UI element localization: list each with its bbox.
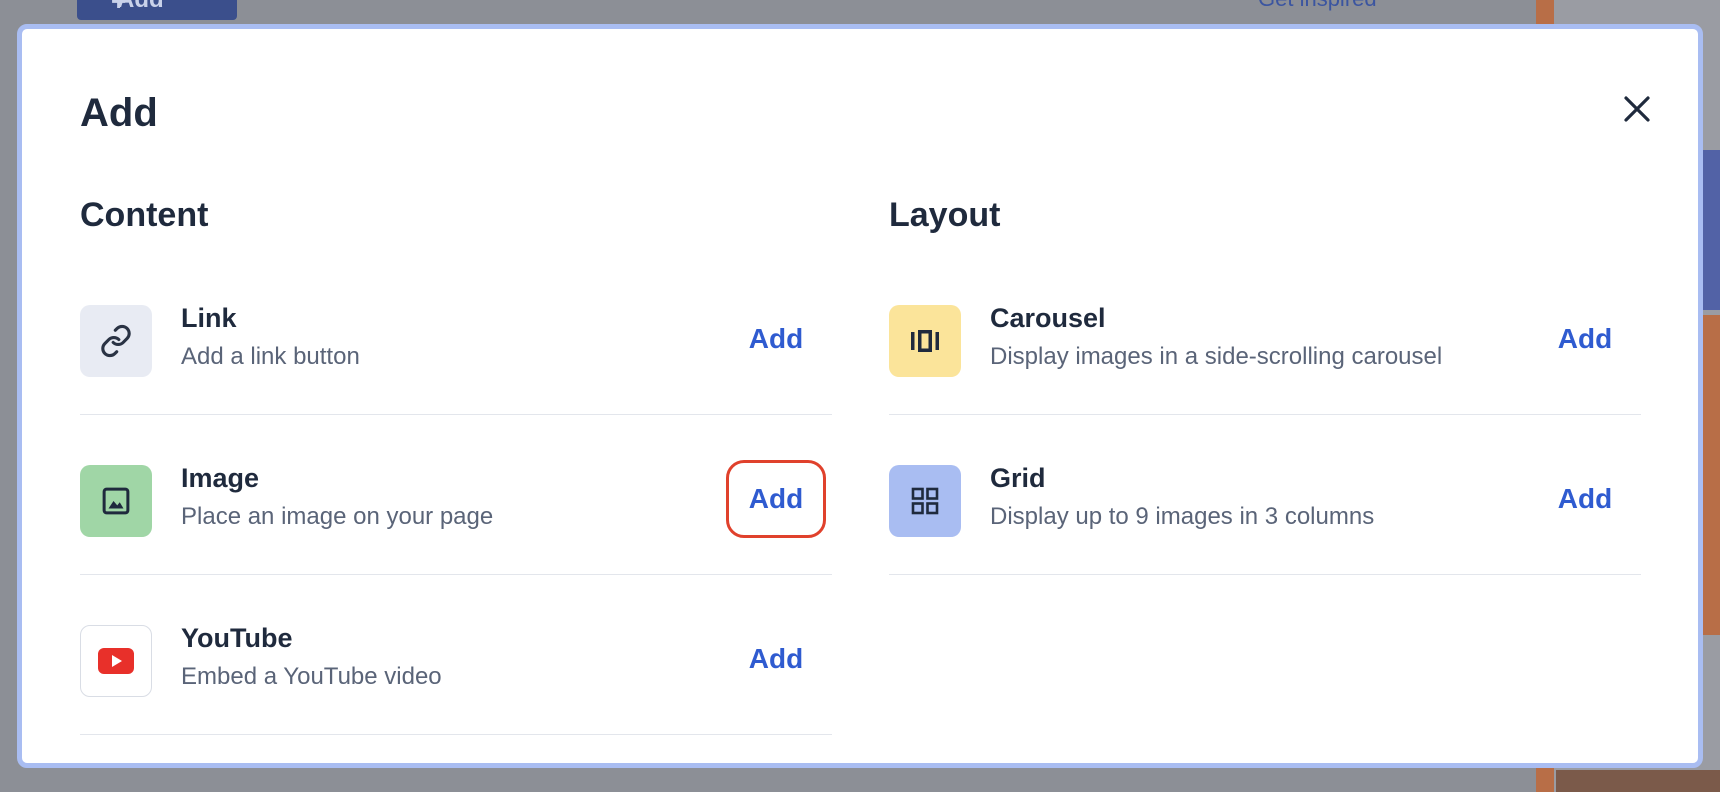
background-orange-block [1700, 315, 1720, 635]
item-title: YouTube [181, 623, 293, 653]
item-description: Add a link button [181, 343, 360, 370]
add-modal: Add Content Link Add a link button Add I… [17, 24, 1703, 768]
item-title: Grid [990, 463, 1046, 493]
item-description: Display up to 9 images in 3 columns [990, 503, 1375, 530]
add-grid-button[interactable]: Add [1535, 460, 1635, 538]
add-image-button[interactable]: Add [726, 460, 826, 538]
item-title: Carousel [990, 303, 1106, 333]
add-link-button[interactable]: Add [726, 300, 826, 378]
item-title: Image [181, 463, 260, 493]
layout-section-title: Layout [889, 196, 1001, 234]
list-item-youtube: YouTube Embed a YouTube video Add [80, 575, 832, 735]
plus-icon: + [111, 0, 127, 16]
background-add-button: + Add [77, 0, 237, 20]
background-blue-block [1700, 150, 1720, 310]
item-description: Place an image on your page [181, 503, 494, 530]
grid-icon [889, 465, 961, 537]
add-carousel-button[interactable]: Add [1535, 300, 1635, 378]
add-youtube-button[interactable]: Add [726, 620, 826, 698]
layout-section: Layout Carousel Display images in a side… [889, 189, 1641, 575]
carousel-icon [889, 305, 961, 377]
content-section: Content Link Add a link button Add Image… [80, 189, 832, 735]
link-icon [80, 305, 152, 377]
list-item-link: Link Add a link button Add [80, 255, 832, 415]
item-title: Link [181, 303, 237, 333]
modal-title: Add [80, 91, 158, 135]
content-section-title: Content [80, 196, 209, 234]
list-item-image: Image Place an image on your page Add [80, 415, 832, 575]
list-item-grid: Grid Display up to 9 images in 3 columns… [889, 415, 1641, 575]
item-description: Embed a YouTube video [181, 663, 442, 690]
list-item-carousel: Carousel Display images in a side-scroll… [889, 255, 1641, 415]
image-icon [80, 465, 152, 537]
background-get-inspired-link: Get inspired [1258, 0, 1377, 12]
close-button[interactable] [1619, 91, 1655, 127]
background-dark-bar [1556, 770, 1720, 792]
item-description: Display images in a side-scrolling carou… [990, 343, 1443, 370]
youtube-icon [80, 625, 152, 697]
close-icon [1624, 96, 1650, 122]
